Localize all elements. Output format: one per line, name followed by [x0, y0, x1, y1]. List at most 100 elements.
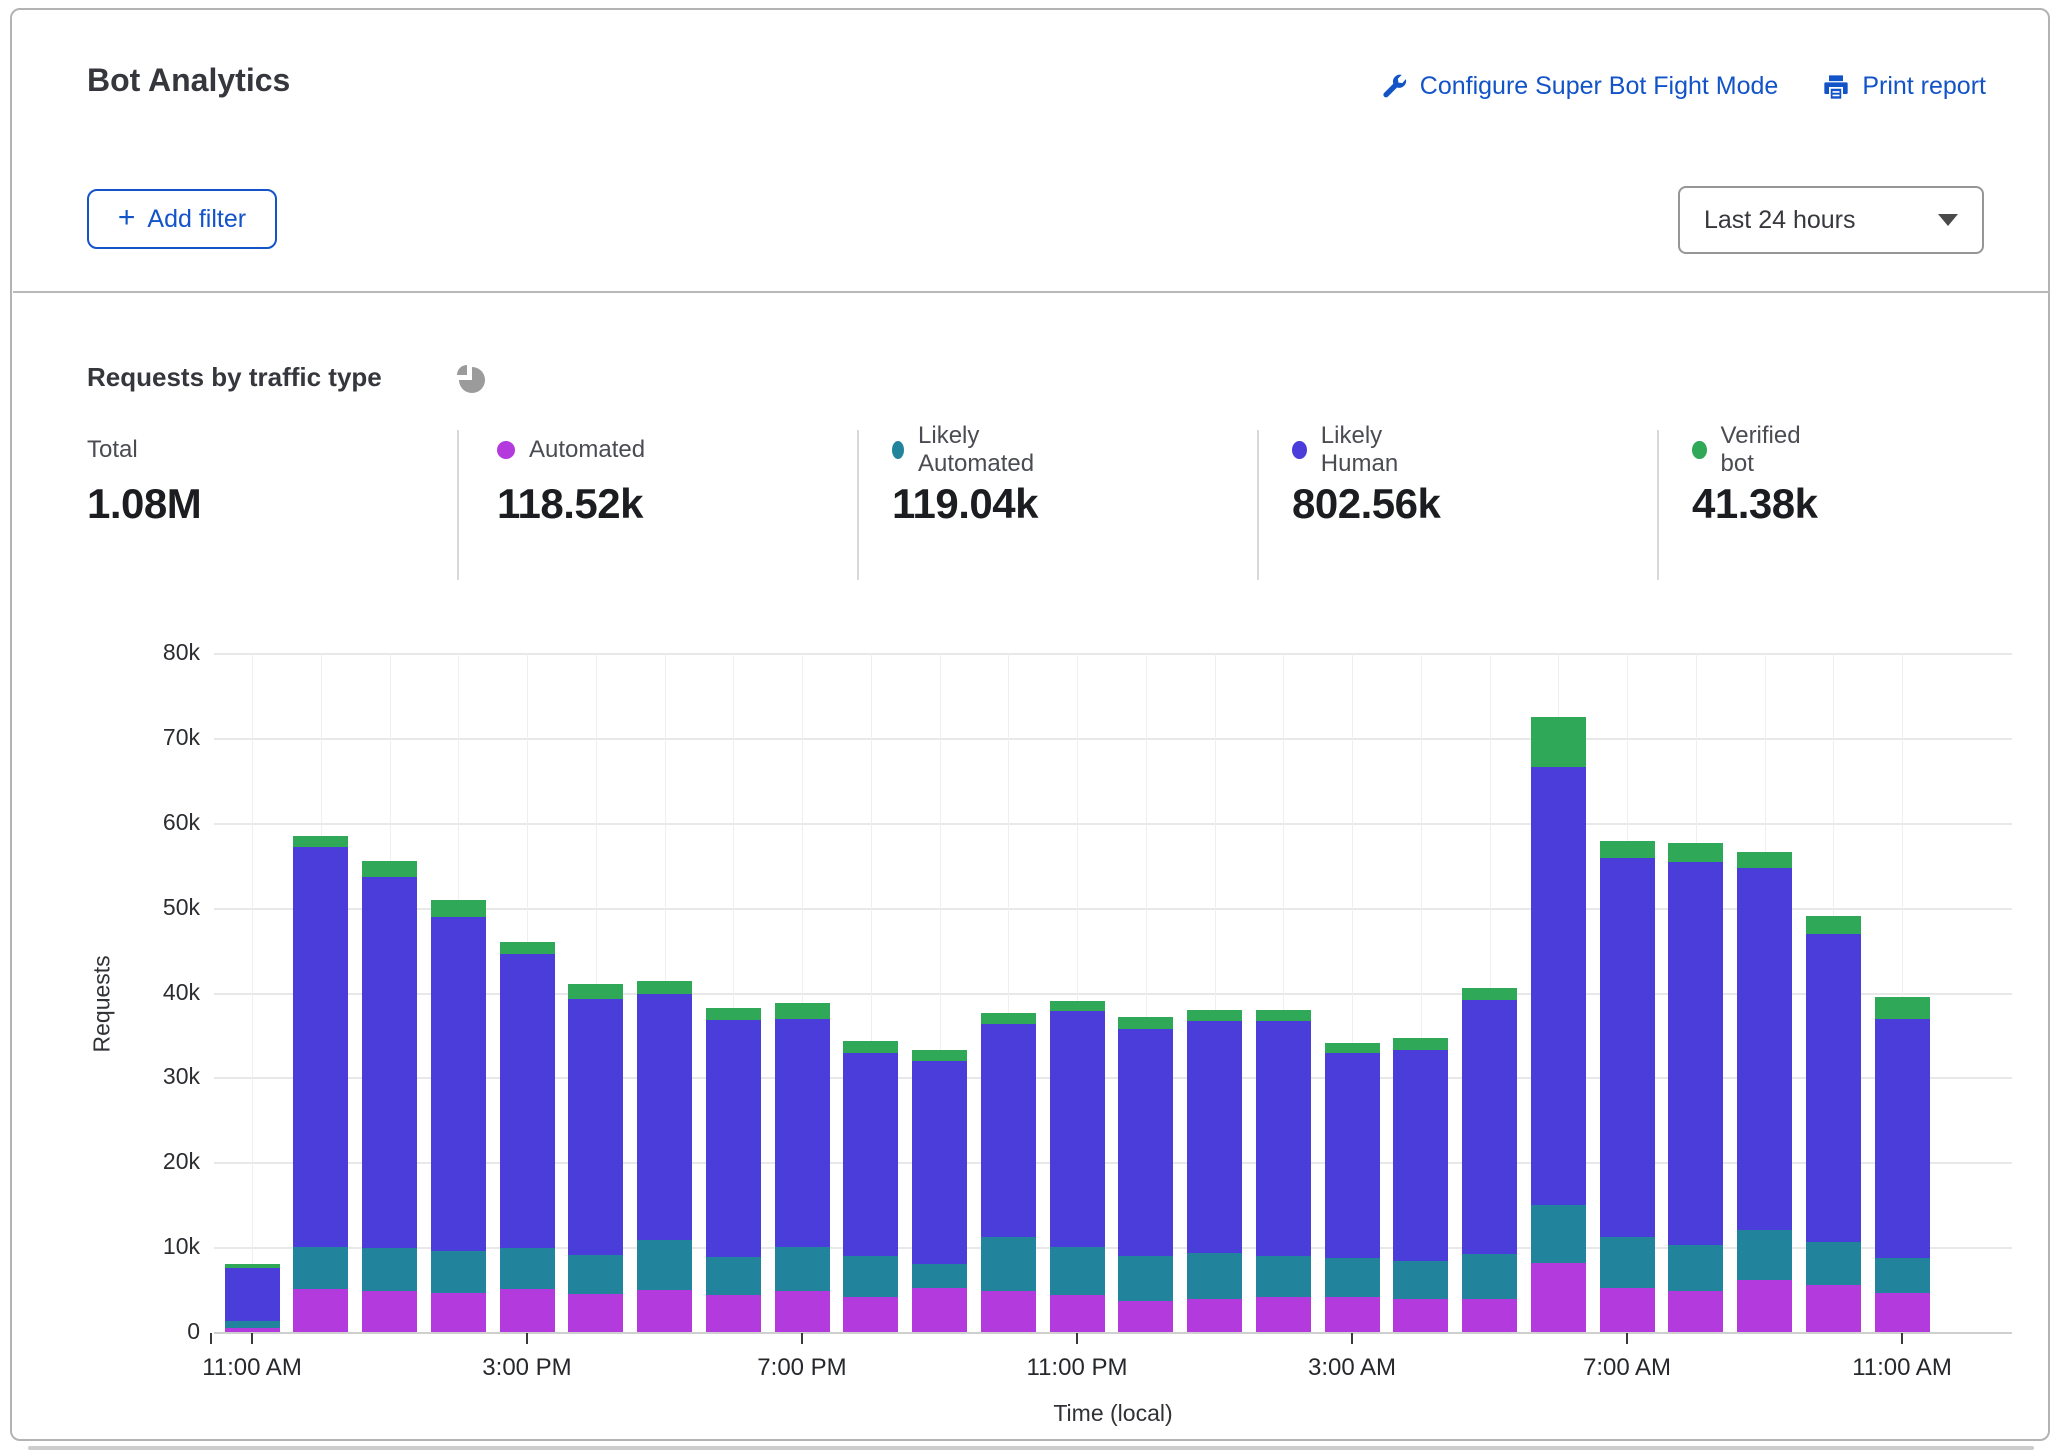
bar-segment-verified-bot[interactable] — [1325, 1043, 1380, 1053]
bar-segment-automated[interactable] — [1462, 1299, 1517, 1333]
bar-segment-verified-bot[interactable] — [1875, 997, 1930, 1019]
bar-segment-likely-human[interactable] — [1806, 934, 1861, 1242]
bar-segment-verified-bot[interactable] — [775, 1003, 830, 1019]
bar-segment-likely-human[interactable] — [706, 1020, 761, 1257]
stat-likely-human[interactable]: Likely Human802.56k — [1292, 434, 1440, 528]
bar-segment-verified-bot[interactable] — [225, 1264, 280, 1267]
bar-segment-verified-bot[interactable] — [1737, 852, 1792, 868]
bar-segment-verified-bot[interactable] — [293, 836, 348, 847]
print-report-link[interactable]: Print report — [1822, 72, 1986, 101]
bar-segment-likely-human[interactable] — [1187, 1021, 1242, 1254]
bar-segment-likely-human[interactable] — [1050, 1011, 1105, 1247]
bar-segment-likely-human[interactable] — [1737, 868, 1792, 1230]
bar-segment-likely-automated[interactable] — [1393, 1261, 1448, 1299]
bar-segment-likely-automated[interactable] — [706, 1257, 761, 1295]
bar-segment-likely-automated[interactable] — [1668, 1245, 1723, 1292]
bar-segment-likely-human[interactable] — [1668, 862, 1723, 1245]
bar-segment-likely-human[interactable] — [775, 1019, 830, 1247]
bar-segment-likely-automated[interactable] — [912, 1264, 967, 1288]
stat-automated[interactable]: Automated118.52k — [497, 434, 645, 528]
bar-segment-likely-automated[interactable] — [1806, 1242, 1861, 1284]
bar-segment-likely-automated[interactable] — [568, 1255, 623, 1294]
add-filter-button[interactable]: + Add filter — [87, 189, 277, 249]
bar-segment-likely-human[interactable] — [1325, 1053, 1380, 1258]
bar-segment-likely-automated[interactable] — [1118, 1256, 1173, 1301]
bar-segment-likely-human[interactable] — [225, 1268, 280, 1321]
bar-segment-likely-automated[interactable] — [225, 1321, 280, 1328]
bar-segment-automated[interactable] — [843, 1297, 898, 1333]
bar-segment-likely-automated[interactable] — [1600, 1237, 1655, 1288]
bar-segment-likely-human[interactable] — [1393, 1050, 1448, 1261]
bar-segment-verified-bot[interactable] — [1600, 841, 1655, 858]
bar-segment-automated[interactable] — [1187, 1299, 1242, 1333]
bar-segment-likely-automated[interactable] — [981, 1237, 1036, 1290]
configure-super-bot-fight-mode-link[interactable]: Configure Super Bot Fight Mode — [1380, 72, 1779, 101]
bar-segment-likely-automated[interactable] — [843, 1256, 898, 1298]
bar-segment-verified-bot[interactable] — [637, 981, 692, 995]
bar-segment-automated[interactable] — [775, 1291, 830, 1333]
bar-segment-automated[interactable] — [1600, 1288, 1655, 1333]
bar-segment-likely-human[interactable] — [912, 1061, 967, 1264]
bar-segment-automated[interactable] — [1325, 1297, 1380, 1333]
stat-likely-automated[interactable]: Likely Automated119.04k — [892, 434, 1040, 528]
bar-segment-automated[interactable] — [1737, 1280, 1792, 1333]
bar-segment-automated[interactable] — [1118, 1301, 1173, 1333]
bar-segment-verified-bot[interactable] — [362, 861, 417, 877]
bar-segment-automated[interactable] — [1050, 1295, 1105, 1333]
bar-segment-automated[interactable] — [568, 1294, 623, 1333]
bar-segment-verified-bot[interactable] — [1118, 1017, 1173, 1029]
bar-segment-verified-bot[interactable] — [912, 1050, 967, 1062]
bar-segment-likely-automated[interactable] — [1875, 1258, 1930, 1293]
bar-segment-automated[interactable] — [637, 1290, 692, 1333]
bar-segment-likely-automated[interactable] — [1187, 1253, 1242, 1299]
bar-segment-automated[interactable] — [981, 1291, 1036, 1333]
bar-segment-likely-automated[interactable] — [362, 1248, 417, 1291]
bar-segment-verified-bot[interactable] — [843, 1041, 898, 1053]
bar-segment-verified-bot[interactable] — [1256, 1010, 1311, 1021]
bar-segment-automated[interactable] — [500, 1289, 555, 1333]
bar-segment-likely-human[interactable] — [293, 847, 348, 1248]
stat-total[interactable]: Total1.08M — [87, 434, 201, 528]
bar-segment-likely-automated[interactable] — [1462, 1254, 1517, 1299]
bar-segment-likely-human[interactable] — [1462, 1000, 1517, 1254]
bar-segment-likely-human[interactable] — [431, 917, 486, 1251]
bar-segment-verified-bot[interactable] — [981, 1013, 1036, 1024]
bar-segment-verified-bot[interactable] — [500, 942, 555, 954]
bar-segment-automated[interactable] — [1875, 1293, 1930, 1333]
bar-segment-automated[interactable] — [1668, 1291, 1723, 1333]
bar-segment-likely-human[interactable] — [981, 1024, 1036, 1237]
bar-segment-automated[interactable] — [293, 1289, 348, 1333]
bar-segment-verified-bot[interactable] — [1531, 717, 1586, 767]
bar-segment-likely-human[interactable] — [1256, 1021, 1311, 1256]
bar-segment-likely-automated[interactable] — [1737, 1230, 1792, 1280]
bar-segment-likely-automated[interactable] — [293, 1247, 348, 1289]
time-range-select[interactable]: Last 24 hours — [1678, 186, 1984, 254]
bar-segment-verified-bot[interactable] — [431, 900, 486, 917]
bar-segment-likely-automated[interactable] — [500, 1248, 555, 1289]
bar-segment-verified-bot[interactable] — [706, 1008, 761, 1020]
bar-segment-automated[interactable] — [431, 1293, 486, 1333]
bar-segment-likely-automated[interactable] — [1256, 1256, 1311, 1298]
bar-segment-verified-bot[interactable] — [1393, 1038, 1448, 1050]
bar-segment-verified-bot[interactable] — [568, 984, 623, 998]
bar-segment-likely-automated[interactable] — [1325, 1258, 1380, 1297]
bar-segment-likely-automated[interactable] — [637, 1240, 692, 1290]
bar-segment-likely-human[interactable] — [568, 999, 623, 1255]
bar-segment-automated[interactable] — [1531, 1263, 1586, 1333]
bar-segment-likely-human[interactable] — [843, 1053, 898, 1256]
bar-segment-likely-automated[interactable] — [431, 1251, 486, 1293]
bar-segment-automated[interactable] — [1256, 1297, 1311, 1333]
bar-segment-likely-automated[interactable] — [1050, 1247, 1105, 1295]
bar-segment-likely-human[interactable] — [1531, 767, 1586, 1205]
bar-segment-automated[interactable] — [362, 1291, 417, 1333]
bar-segment-likely-human[interactable] — [1600, 858, 1655, 1237]
bar-segment-likely-human[interactable] — [362, 877, 417, 1248]
bar-segment-automated[interactable] — [706, 1295, 761, 1333]
bar-segment-verified-bot[interactable] — [1187, 1010, 1242, 1020]
bar-segment-likely-human[interactable] — [500, 954, 555, 1249]
bar-segment-likely-human[interactable] — [1118, 1029, 1173, 1256]
bar-segment-verified-bot[interactable] — [1668, 843, 1723, 862]
bar-segment-likely-automated[interactable] — [1531, 1205, 1586, 1263]
bar-segment-verified-bot[interactable] — [1050, 1001, 1105, 1011]
bar-segment-verified-bot[interactable] — [1806, 916, 1861, 934]
